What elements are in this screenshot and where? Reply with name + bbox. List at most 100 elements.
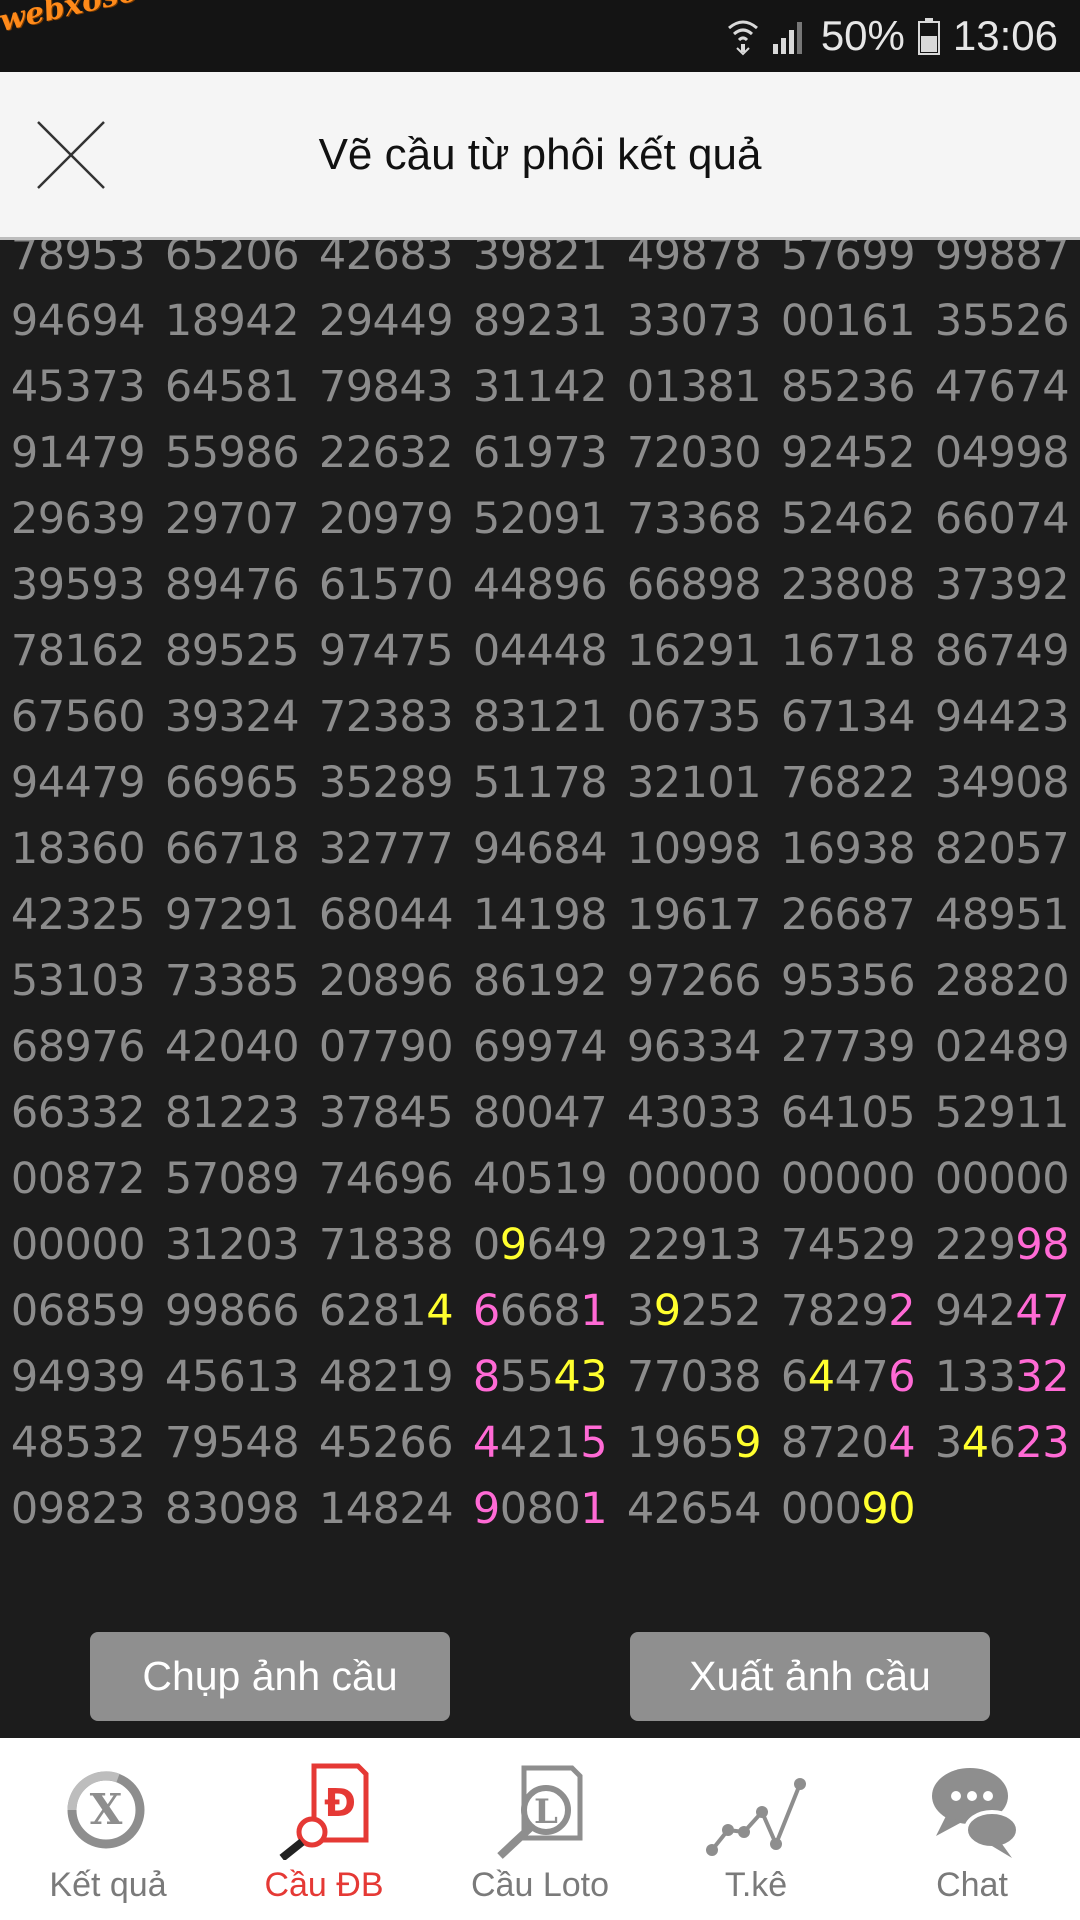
number-cell[interactable]: 57089 <box>155 1146 309 1212</box>
number-cell[interactable]: 37845 <box>309 1080 463 1146</box>
number-cell[interactable]: 00090 <box>771 1476 925 1540</box>
number-cell[interactable]: 99887 <box>925 240 1079 288</box>
number-cell[interactable]: 19617 <box>617 882 771 948</box>
number-cell[interactable]: 66898 <box>617 552 771 618</box>
number-cell[interactable]: 31203 <box>155 1212 309 1278</box>
tab-thong-ke[interactable]: T.kê <box>648 1738 864 1920</box>
number-cell[interactable]: 31142 <box>463 354 617 420</box>
number-cell[interactable]: 74696 <box>309 1146 463 1212</box>
number-cell[interactable]: 74529 <box>771 1212 925 1278</box>
number-cell[interactable]: 79843 <box>309 354 463 420</box>
number-cell[interactable]: 86749 <box>925 618 1079 684</box>
number-cell[interactable]: 42040 <box>155 1014 309 1080</box>
number-cell[interactable]: 00161 <box>771 288 925 354</box>
number-cell[interactable]: 34623 <box>925 1410 1079 1476</box>
number-cell[interactable]: 66074 <box>925 486 1079 552</box>
number-cell[interactable]: 26687 <box>771 882 925 948</box>
number-cell[interactable]: 45266 <box>309 1410 463 1476</box>
number-cell[interactable]: 83121 <box>463 684 617 750</box>
number-cell[interactable]: 55986 <box>155 420 309 486</box>
number-cell[interactable]: 69974 <box>463 1014 617 1080</box>
number-cell[interactable]: 00872 <box>1 1146 155 1212</box>
number-cell[interactable]: 10998 <box>617 816 771 882</box>
number-cell[interactable]: 68976 <box>1 1014 155 1080</box>
number-cell[interactable]: 18360 <box>1 816 155 882</box>
tab-ket-qua[interactable]: X Kết quả <box>0 1738 216 1920</box>
number-cell[interactable]: 52462 <box>771 486 925 552</box>
number-cell[interactable]: 80047 <box>463 1080 617 1146</box>
number-cell[interactable]: 77038 <box>617 1344 771 1410</box>
number-cell[interactable]: 29639 <box>1 486 155 552</box>
tab-chat[interactable]: Chat <box>864 1738 1080 1920</box>
number-cell[interactable]: 00000 <box>1 1212 155 1278</box>
number-cell[interactable]: 39252 <box>617 1278 771 1344</box>
number-cell[interactable]: 67134 <box>771 684 925 750</box>
number-cell[interactable]: 97266 <box>617 948 771 1014</box>
number-cell[interactable]: 27739 <box>771 1014 925 1080</box>
number-cell[interactable]: 32777 <box>309 816 463 882</box>
number-cell[interactable]: 44215 <box>463 1410 617 1476</box>
number-cell[interactable]: 42654 <box>617 1476 771 1540</box>
number-cell[interactable]: 06859 <box>1 1278 155 1344</box>
number-cell[interactable]: 71838 <box>309 1212 463 1278</box>
number-cell[interactable]: 39593 <box>1 552 155 618</box>
number-cell[interactable]: 94479 <box>1 750 155 816</box>
number-cell[interactable]: 96334 <box>617 1014 771 1080</box>
number-cell[interactable]: 16291 <box>617 618 771 684</box>
number-cell[interactable]: 99866 <box>155 1278 309 1344</box>
number-cell[interactable]: 94423 <box>925 684 1079 750</box>
tab-cau-db[interactable]: Đ Cầu ĐB <box>216 1738 432 1920</box>
number-cell[interactable]: 61973 <box>463 420 617 486</box>
export-bridge-button[interactable]: Xuất ảnh cầu <box>630 1632 990 1721</box>
number-cell[interactable]: 22913 <box>617 1212 771 1278</box>
number-cell[interactable]: 47674 <box>925 354 1079 420</box>
number-cell[interactable]: 95356 <box>771 948 925 1014</box>
number-cell[interactable]: 01381 <box>617 354 771 420</box>
number-cell[interactable]: 48951 <box>925 882 1079 948</box>
number-cell[interactable]: 76822 <box>771 750 925 816</box>
number-cell[interactable]: 42683 <box>309 240 463 288</box>
number-cell[interactable]: 09649 <box>463 1212 617 1278</box>
number-cell[interactable]: 73368 <box>617 486 771 552</box>
number-cell[interactable]: 91479 <box>1 420 155 486</box>
number-cell[interactable]: 82057 <box>925 816 1079 882</box>
number-cell[interactable]: 23808 <box>771 552 925 618</box>
number-cell[interactable]: 39324 <box>155 684 309 750</box>
capture-bridge-button[interactable]: Chụp ảnh cầu <box>90 1632 450 1721</box>
number-cell[interactable]: 16718 <box>771 618 925 684</box>
number-cell[interactable]: 94247 <box>925 1278 1079 1344</box>
number-cell[interactable]: 40519 <box>463 1146 617 1212</box>
number-cell[interactable]: 97475 <box>309 618 463 684</box>
number-cell[interactable]: 29449 <box>309 288 463 354</box>
number-cell[interactable]: 81223 <box>155 1080 309 1146</box>
number-cell[interactable]: 16938 <box>771 816 925 882</box>
number-cell[interactable]: 48532 <box>1 1410 155 1476</box>
close-button[interactable] <box>32 116 110 194</box>
number-cell[interactable]: 19659 <box>617 1410 771 1476</box>
number-cell[interactable]: 89525 <box>155 618 309 684</box>
number-cell[interactable]: 94939 <box>1 1344 155 1410</box>
number-cell[interactable]: 94694 <box>1 288 155 354</box>
number-cell[interactable]: 89476 <box>155 552 309 618</box>
number-cell[interactable]: 52091 <box>463 486 617 552</box>
number-cell[interactable]: 44896 <box>463 552 617 618</box>
number-cell[interactable]: 37392 <box>925 552 1079 618</box>
number-cell[interactable]: 97291 <box>155 882 309 948</box>
number-cell[interactable]: 73385 <box>155 948 309 1014</box>
number-cell[interactable]: 92452 <box>771 420 925 486</box>
number-cell[interactable]: 94684 <box>463 816 617 882</box>
number-cell[interactable]: 13332 <box>925 1344 1079 1410</box>
number-cell[interactable]: 53103 <box>1 948 155 1014</box>
number-cell[interactable]: 79548 <box>155 1410 309 1476</box>
number-cell[interactable]: 14824 <box>309 1476 463 1540</box>
number-cell[interactable]: 34908 <box>925 750 1079 816</box>
number-cell[interactable]: 28820 <box>925 948 1079 1014</box>
number-cell[interactable]: 32101 <box>617 750 771 816</box>
number-cell[interactable]: 66965 <box>155 750 309 816</box>
number-cell[interactable]: 66332 <box>1 1080 155 1146</box>
number-cell[interactable]: 83098 <box>155 1476 309 1540</box>
number-cell[interactable]: 78162 <box>1 618 155 684</box>
number-cell[interactable]: 20896 <box>309 948 463 1014</box>
number-cell[interactable]: 78292 <box>771 1278 925 1344</box>
number-cell[interactable]: 43033 <box>617 1080 771 1146</box>
